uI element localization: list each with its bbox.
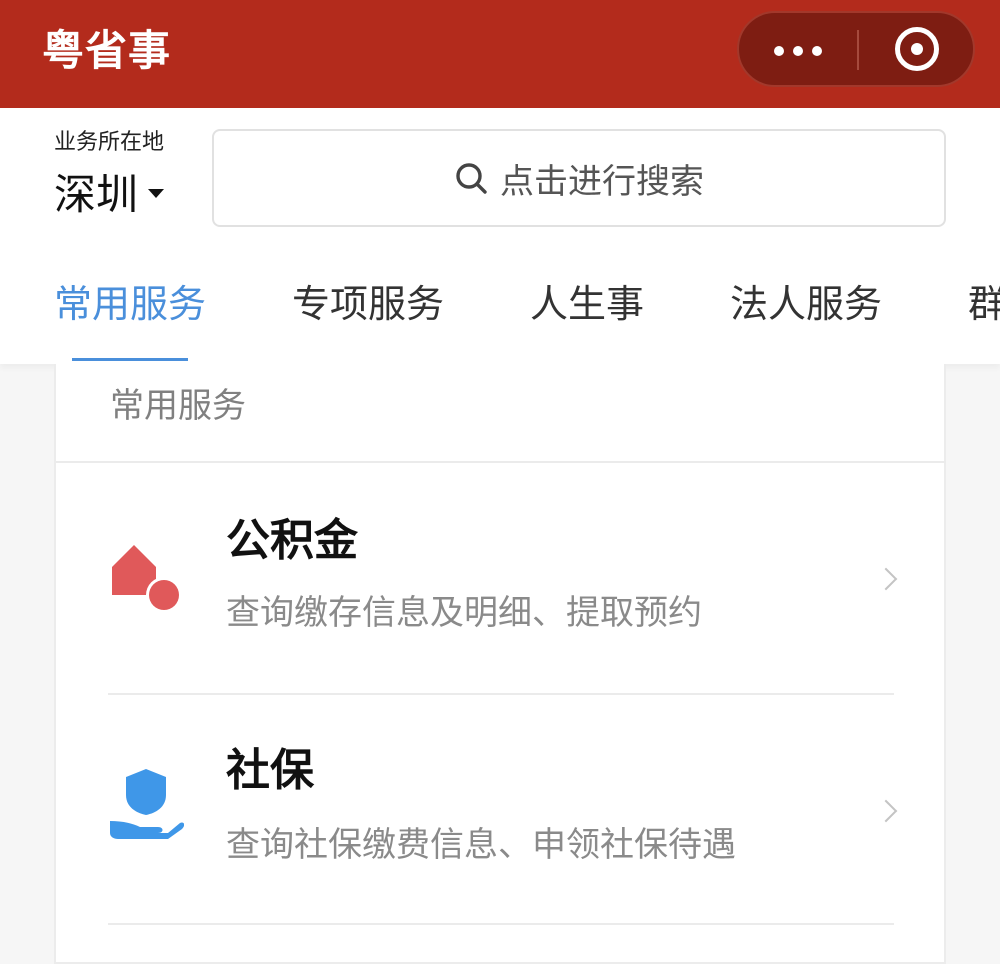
service-item-housing-fund[interactable]: 公积金 查询缴存信息及明细、提取预约 <box>56 463 946 693</box>
search-input[interactable]: 点击进行搜索 <box>212 129 946 227</box>
active-tab-indicator <box>72 358 188 361</box>
search-placeholder: 点击进行搜索 <box>500 161 704 202</box>
location-selector[interactable]: 深圳 <box>54 168 165 222</box>
service-name: 社保 <box>226 745 314 796</box>
app-header: 粤省事 <box>0 0 1000 108</box>
caret-down-icon <box>148 189 165 198</box>
close-button[interactable] <box>859 13 973 85</box>
service-item-social-security[interactable]: 社保 查询社保缴费信息、申领社保待遇 <box>56 695 946 925</box>
service-name: 公积金 <box>226 515 358 566</box>
target-close-icon <box>895 27 939 71</box>
tab-group[interactable]: 群 <box>968 276 1000 364</box>
section-title: 常用服务 <box>110 386 246 426</box>
chevron-right-icon <box>874 799 898 823</box>
tab-legal-person-services[interactable]: 法人服务 <box>730 276 882 364</box>
tab-special-services[interactable]: 专项服务 <box>292 276 444 364</box>
tab-bar: 常用服务 专项服务 人生事 法人服务 群 <box>0 276 1000 364</box>
tab-life-events[interactable]: 人生事 <box>530 276 644 364</box>
service-description: 查询社保缴费信息、申领社保待遇 <box>226 825 736 865</box>
tab-common-services[interactable]: 常用服务 <box>54 276 206 364</box>
search-icon <box>456 163 487 194</box>
subheader: 业务所在地 深圳 点击进行搜索 常用服务 专项服务 人生事 法人服务 群 <box>0 108 1000 364</box>
house-icon <box>112 545 182 613</box>
app-title: 粤省事 <box>42 26 172 75</box>
location-label: 业务所在地 <box>54 130 165 155</box>
chevron-right-icon <box>874 567 898 591</box>
shield-hand-icon <box>110 769 184 839</box>
location-value: 深圳 <box>54 170 139 219</box>
more-button[interactable] <box>739 13 857 85</box>
mini-program-capsule <box>737 11 975 87</box>
services-card: 常用服务 公积金 查询缴存信息及明细、提取预约 社保 查询社保缴费信息、申领社保… <box>54 364 946 964</box>
service-description: 查询缴存信息及明细、提取预约 <box>226 593 702 633</box>
row-divider <box>108 923 894 925</box>
